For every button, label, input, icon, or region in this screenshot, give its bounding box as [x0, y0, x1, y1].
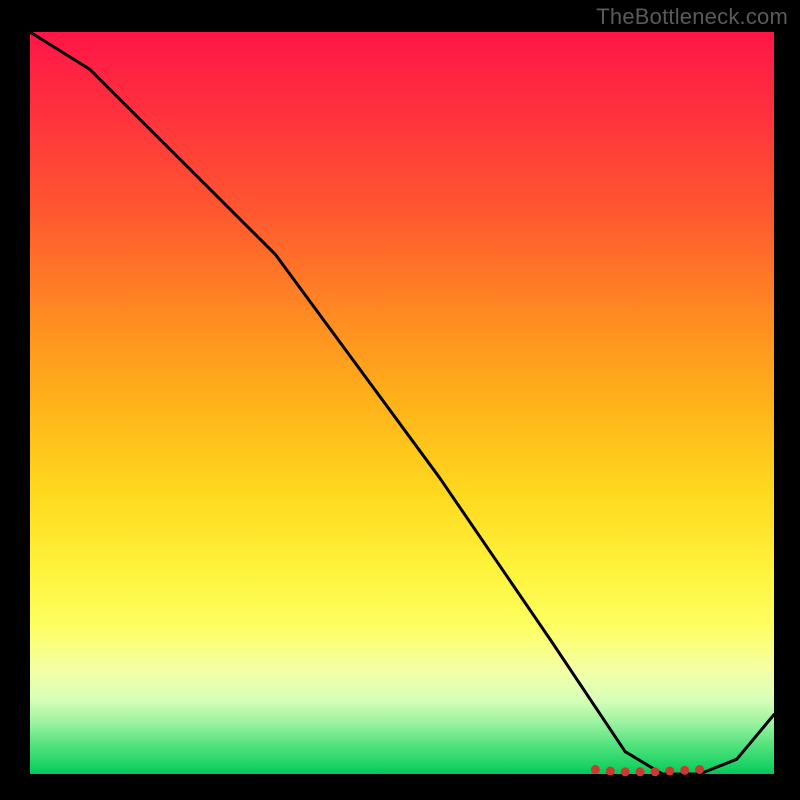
gradient-plot-area [30, 32, 774, 774]
chart-stage: TheBottleneck.com [0, 0, 800, 800]
attribution-text: TheBottleneck.com [596, 4, 788, 30]
